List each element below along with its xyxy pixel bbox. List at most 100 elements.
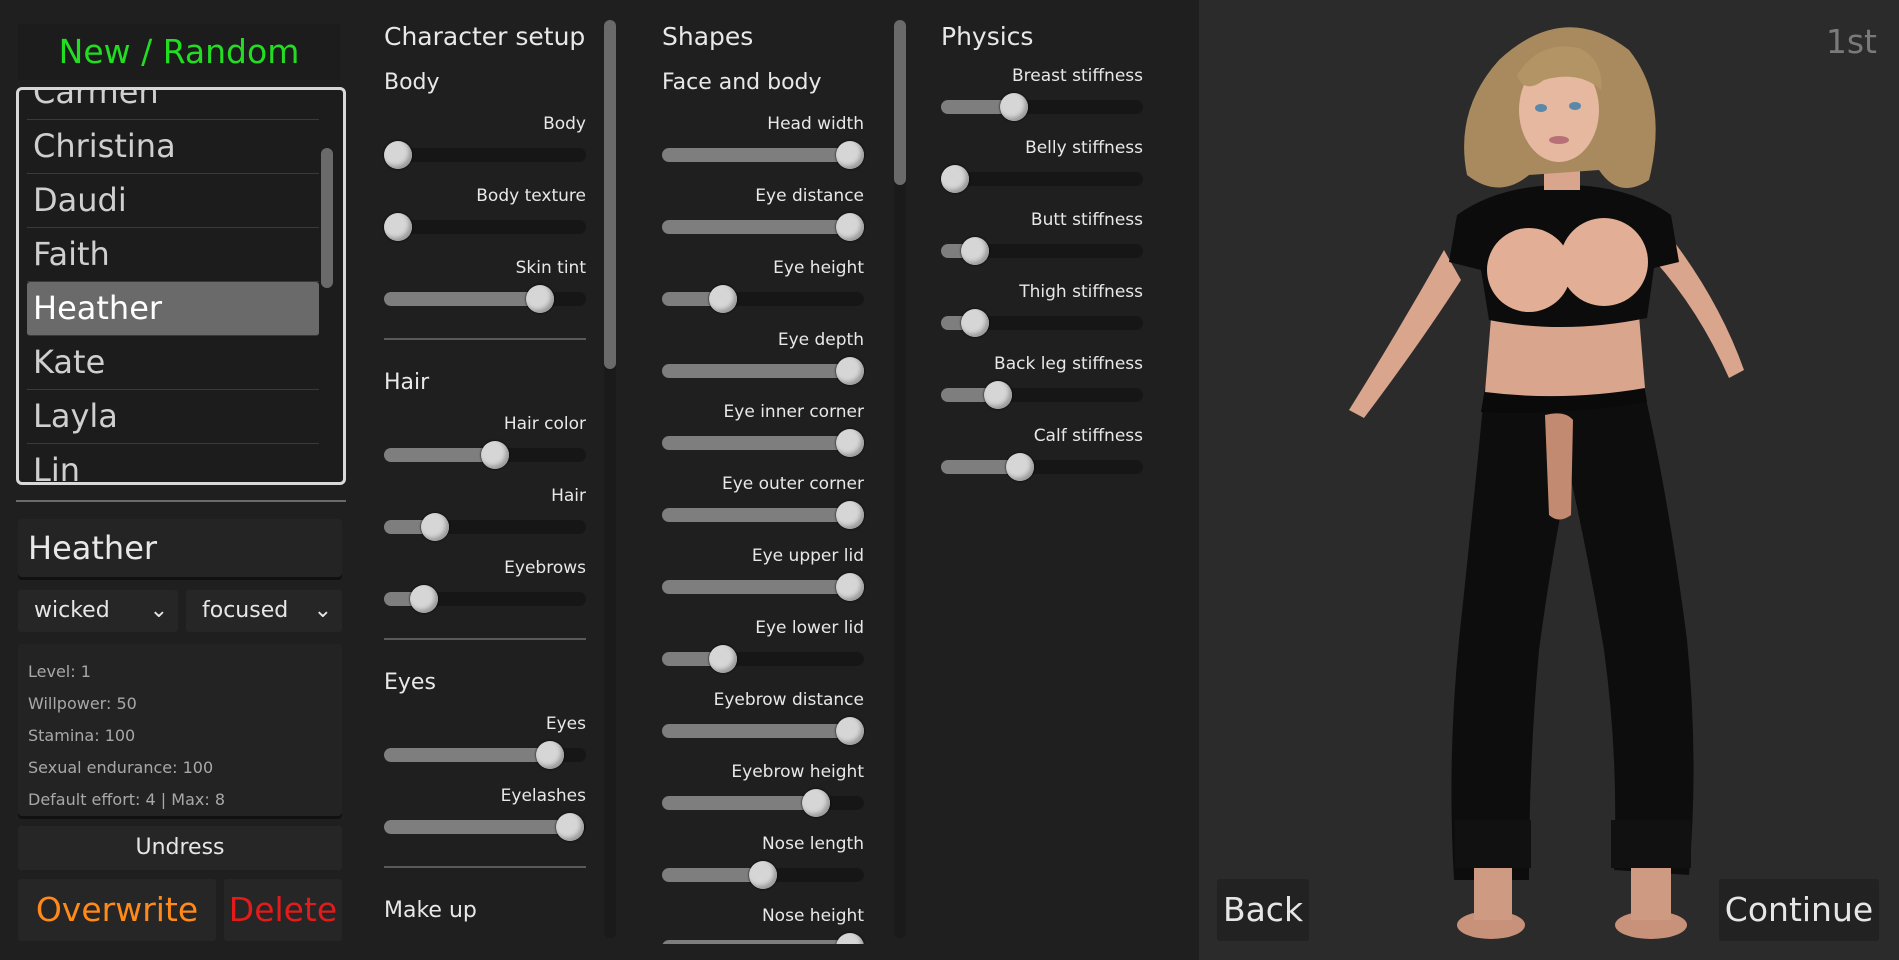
slider-head-width[interactable]: Head width bbox=[662, 114, 864, 170]
slider-breast-stiffness[interactable]: Breast stiffness bbox=[941, 66, 1143, 122]
slider-handle[interactable] bbox=[384, 141, 413, 169]
slider-track[interactable] bbox=[662, 717, 864, 745]
slider-eyebrows[interactable]: Eyebrows bbox=[384, 558, 586, 614]
mood-dropdown[interactable]: wicked ⌄ bbox=[18, 590, 178, 632]
character-list-item[interactable]: Faith bbox=[27, 228, 319, 282]
slider-handle[interactable] bbox=[410, 585, 439, 613]
character-list-item[interactable]: Heather bbox=[27, 282, 319, 336]
slider-handle[interactable] bbox=[835, 717, 864, 745]
slider-eyelashes[interactable]: Eyelashes bbox=[384, 786, 586, 842]
slider-track[interactable] bbox=[662, 573, 864, 601]
slider-track[interactable] bbox=[941, 165, 1143, 193]
slider-eye-distance[interactable]: Eye distance bbox=[662, 186, 864, 242]
slider-handle[interactable] bbox=[835, 429, 864, 457]
slider-eye-upper-lid[interactable]: Eye upper lid bbox=[662, 546, 864, 602]
slider-skin-tint[interactable]: Skin tint bbox=[384, 258, 586, 314]
overwrite-button[interactable]: Overwrite bbox=[18, 879, 216, 941]
column-scrollbar[interactable] bbox=[894, 20, 906, 938]
slider-handle[interactable] bbox=[708, 285, 737, 313]
slider-calf-stiffness[interactable]: Calf stiffness bbox=[941, 426, 1143, 482]
slider-handle[interactable] bbox=[420, 513, 449, 541]
scrollbar-thumb[interactable] bbox=[604, 20, 616, 369]
slider-handle[interactable] bbox=[835, 573, 864, 601]
slider-eye-lower-lid[interactable]: Eye lower lid bbox=[662, 618, 864, 674]
slider-handle[interactable] bbox=[983, 381, 1012, 409]
slider-handle[interactable] bbox=[835, 357, 864, 385]
slider-track[interactable] bbox=[384, 741, 586, 769]
character-name-list[interactable]: Carmen Christina Daudi Faith Heather Kate Layl… bbox=[16, 87, 346, 485]
character-list-item[interactable]: Daudi bbox=[27, 174, 319, 228]
slider-track[interactable] bbox=[941, 309, 1143, 337]
slider-body[interactable]: Body bbox=[384, 114, 586, 170]
slider-track[interactable] bbox=[384, 285, 586, 313]
slider-track[interactable] bbox=[662, 357, 864, 385]
slider-hair[interactable]: Hair bbox=[384, 486, 586, 542]
slider-handle[interactable] bbox=[801, 789, 830, 817]
slider-handle[interactable] bbox=[525, 285, 554, 313]
slider-hair-color[interactable]: Hair color bbox=[384, 414, 586, 470]
continue-button[interactable]: Continue bbox=[1719, 879, 1879, 941]
character-list-item[interactable]: Kate bbox=[27, 336, 319, 390]
slider-track[interactable] bbox=[662, 141, 864, 169]
slider-belly-stiffness[interactable]: Belly stiffness bbox=[941, 138, 1143, 194]
slider-eye-depth[interactable]: Eye depth bbox=[662, 330, 864, 386]
slider-track[interactable] bbox=[662, 861, 864, 889]
character-list-item[interactable]: Layla bbox=[27, 390, 319, 444]
slider-track[interactable] bbox=[941, 453, 1143, 481]
slider-handle[interactable] bbox=[749, 861, 777, 889]
column-scrollbar[interactable] bbox=[604, 20, 616, 938]
slider-track[interactable] bbox=[662, 213, 864, 241]
slider-track[interactable] bbox=[384, 513, 586, 541]
character-3d-viewport[interactable]: 1st Back Continue bbox=[1199, 0, 1899, 960]
slider-eye-inner-corner[interactable]: Eye inner corner bbox=[662, 402, 864, 458]
slider-handle[interactable] bbox=[999, 93, 1028, 121]
focus-dropdown[interactable]: focused ⌄ bbox=[186, 590, 342, 632]
slider-handle[interactable] bbox=[481, 441, 510, 469]
slider-track[interactable] bbox=[384, 441, 586, 469]
slider-track[interactable] bbox=[662, 645, 864, 673]
slider-handle[interactable] bbox=[961, 309, 990, 337]
slider-handle[interactable] bbox=[835, 933, 864, 944]
name-list-scrollbar[interactable] bbox=[321, 148, 333, 288]
slider-nose-length[interactable]: Nose length bbox=[662, 834, 864, 890]
slider-track[interactable] bbox=[662, 501, 864, 529]
character-name-field[interactable]: Heather bbox=[18, 519, 342, 577]
slider-handle[interactable] bbox=[835, 501, 864, 529]
slider-butt-stiffness[interactable]: Butt stiffness bbox=[941, 210, 1143, 266]
slider-eye-outer-corner[interactable]: Eye outer corner bbox=[662, 474, 864, 530]
back-button[interactable]: Back bbox=[1217, 879, 1309, 941]
character-list-item[interactable]: Christina bbox=[27, 120, 319, 174]
character-list-item[interactable]: Lin bbox=[27, 444, 319, 482]
slider-handle[interactable] bbox=[835, 141, 864, 169]
slider-handle[interactable] bbox=[1005, 453, 1034, 481]
new-random-button[interactable]: New / Random bbox=[18, 24, 340, 80]
slider-nose-height[interactable]: Nose height bbox=[662, 906, 864, 944]
slider-handle[interactable] bbox=[961, 237, 990, 265]
scrollbar-thumb[interactable] bbox=[894, 20, 906, 186]
undress-button[interactable]: Undress bbox=[18, 826, 342, 870]
slider-handle[interactable] bbox=[941, 165, 970, 193]
delete-button[interactable]: Delete bbox=[224, 879, 342, 941]
slider-handle[interactable] bbox=[835, 213, 864, 241]
slider-eyebrow-distance[interactable]: Eyebrow distance bbox=[662, 690, 864, 746]
slider-track[interactable] bbox=[941, 237, 1143, 265]
slider-track[interactable] bbox=[384, 585, 586, 613]
slider-track[interactable] bbox=[662, 285, 864, 313]
camera-view-toggle[interactable]: 1st bbox=[1826, 22, 1877, 61]
slider-track[interactable] bbox=[384, 213, 586, 241]
slider-track[interactable] bbox=[662, 933, 864, 944]
slider-track[interactable] bbox=[662, 429, 864, 457]
slider-body-texture[interactable]: Body texture bbox=[384, 186, 586, 242]
slider-eye-height[interactable]: Eye height bbox=[662, 258, 864, 314]
slider-track[interactable] bbox=[941, 93, 1143, 121]
character-list-item[interactable]: Carmen bbox=[27, 90, 319, 120]
slider-eyes[interactable]: Eyes bbox=[384, 714, 586, 770]
slider-track[interactable] bbox=[384, 141, 586, 169]
slider-back-leg-stiffness[interactable]: Back leg stiffness bbox=[941, 354, 1143, 410]
slider-handle[interactable] bbox=[535, 741, 564, 769]
slider-eyebrow-height[interactable]: Eyebrow height bbox=[662, 762, 864, 818]
slider-track[interactable] bbox=[384, 813, 586, 841]
slider-handle[interactable] bbox=[708, 645, 737, 673]
slider-handle[interactable] bbox=[384, 213, 413, 241]
slider-thigh-stiffness[interactable]: Thigh stiffness bbox=[941, 282, 1143, 338]
